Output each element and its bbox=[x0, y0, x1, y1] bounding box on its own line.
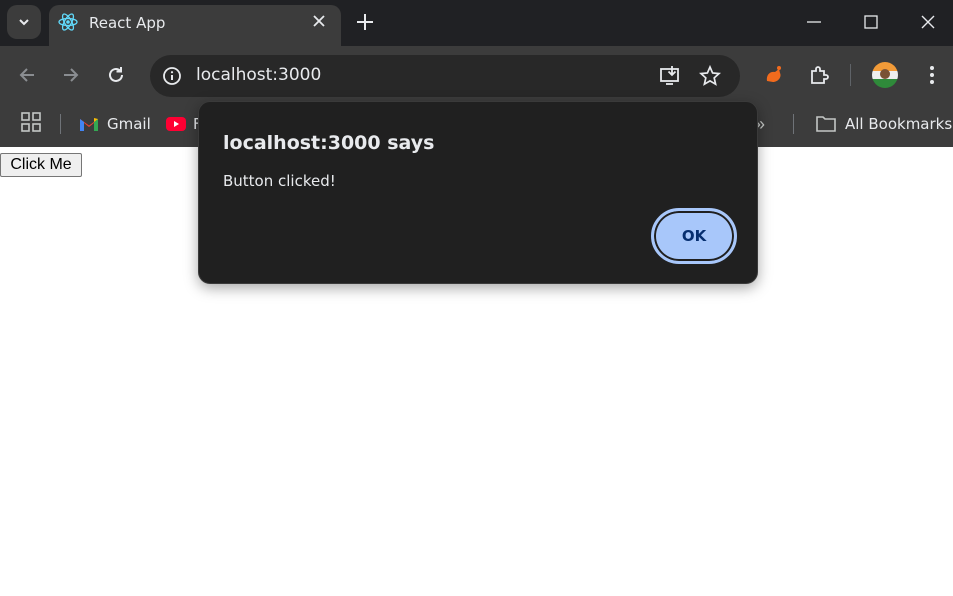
bookmark-gmail[interactable]: Gmail bbox=[79, 113, 151, 135]
url-text[interactable]: localhost:3000 bbox=[196, 65, 321, 85]
tab-title: React App bbox=[89, 14, 166, 32]
extension-icon[interactable] bbox=[762, 63, 786, 87]
all-bookmarks-folder[interactable]: All Bookmarks bbox=[815, 113, 952, 135]
alert-dialog: localhost:3000 says Button clicked! OK bbox=[198, 101, 758, 284]
dialog-title: localhost:3000 says bbox=[223, 132, 435, 154]
tab-react-app[interactable]: React App bbox=[49, 5, 341, 46]
chevron-down-icon bbox=[19, 19, 29, 26]
apps-grid-icon[interactable] bbox=[21, 112, 41, 132]
gmail-icon bbox=[80, 118, 98, 131]
window-close-icon[interactable] bbox=[919, 13, 937, 31]
bookmarks-divider bbox=[793, 114, 794, 134]
new-tab-icon[interactable] bbox=[354, 11, 376, 33]
bookmark-star-icon[interactable] bbox=[698, 64, 722, 88]
extensions-puzzle-icon[interactable] bbox=[807, 63, 831, 87]
address-bar[interactable]: localhost:3000 bbox=[150, 55, 740, 97]
maximize-icon[interactable] bbox=[862, 13, 880, 31]
ok-button[interactable]: OK bbox=[651, 208, 737, 264]
tab-strip: React App bbox=[0, 0, 953, 46]
site-info-icon[interactable] bbox=[161, 65, 183, 87]
react-icon bbox=[58, 13, 78, 31]
forward-arrow-icon[interactable] bbox=[60, 64, 82, 86]
bookmark-youtube[interactable]: F bbox=[166, 113, 202, 135]
all-bookmarks-label: All Bookmarks bbox=[845, 115, 953, 133]
toolbar: localhost:3000 bbox=[0, 46, 953, 102]
bookmark-label: Gmail bbox=[107, 115, 151, 133]
tab-search-button[interactable] bbox=[7, 5, 41, 39]
youtube-icon bbox=[166, 117, 186, 131]
menu-kebab-icon[interactable] bbox=[920, 63, 944, 87]
back-arrow-icon[interactable] bbox=[16, 64, 38, 86]
dialog-message: Button clicked! bbox=[223, 172, 336, 190]
click-me-button[interactable]: Click Me bbox=[0, 153, 82, 177]
reload-icon[interactable] bbox=[105, 64, 127, 86]
close-tab-icon[interactable] bbox=[311, 13, 327, 29]
profile-avatar[interactable] bbox=[872, 62, 898, 88]
minimize-icon[interactable] bbox=[805, 14, 823, 30]
bookmarks-divider bbox=[60, 114, 61, 134]
install-app-icon[interactable] bbox=[658, 64, 682, 88]
folder-icon bbox=[816, 116, 836, 132]
toolbar-divider bbox=[850, 64, 851, 86]
